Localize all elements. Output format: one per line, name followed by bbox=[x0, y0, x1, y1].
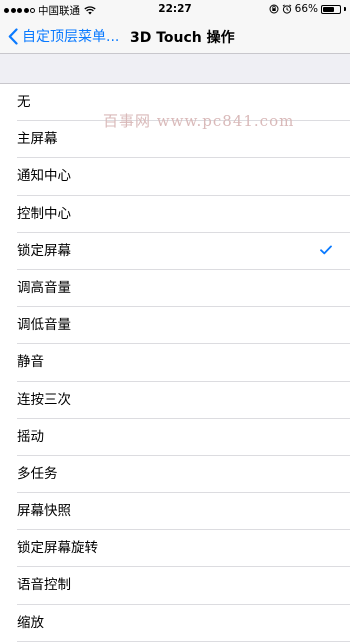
option-label: 主屏幕 bbox=[17, 131, 58, 148]
option-row[interactable]: 通知中心 bbox=[0, 158, 350, 196]
option-list: 无主屏幕通知中心控制中心锁定屏幕调高音量调低音量静音连按三次摇动多任务屏幕快照锁… bbox=[0, 83, 350, 642]
battery-percent: 66% bbox=[294, 3, 318, 15]
status-bar: 中国联通 22:27 66% bbox=[0, 0, 350, 18]
option-label: 锁定屏幕 bbox=[17, 242, 71, 259]
alarm-icon bbox=[282, 4, 291, 14]
option-row[interactable]: 调高音量 bbox=[0, 270, 350, 308]
option-label: 语音控制 bbox=[17, 577, 71, 594]
option-row[interactable]: 锁定屏幕旋转 bbox=[0, 530, 350, 568]
option-label: 控制中心 bbox=[17, 205, 71, 222]
option-label: 无 bbox=[17, 94, 31, 110]
option-label: 摇动 bbox=[17, 428, 44, 445]
option-row[interactable]: 多任务 bbox=[0, 456, 350, 494]
option-label: 多任务 bbox=[17, 465, 58, 482]
chevron-left-icon bbox=[8, 27, 18, 45]
battery-icon bbox=[321, 4, 341, 14]
option-label: 调低音量 bbox=[17, 317, 71, 334]
option-row[interactable]: 锁定屏幕 bbox=[0, 233, 350, 271]
option-row[interactable]: 连按三次 bbox=[0, 382, 350, 419]
option-label: 连按三次 bbox=[17, 391, 71, 408]
status-right: 66% bbox=[269, 3, 346, 15]
navigation-bar: 自定顶层菜单... 3D Touch 操作 bbox=[0, 18, 350, 54]
option-row[interactable]: 调低音量 bbox=[0, 307, 350, 345]
option-row[interactable]: 语音控制 bbox=[0, 567, 350, 605]
option-label: 缩放 bbox=[17, 614, 44, 631]
option-row[interactable]: 控制中心 bbox=[0, 196, 350, 233]
option-label: 屏幕快照 bbox=[17, 503, 71, 520]
option-row[interactable]: 屏幕快照 bbox=[0, 493, 350, 531]
option-label: 通知中心 bbox=[17, 168, 71, 185]
rotation-lock-icon bbox=[269, 4, 279, 14]
option-label: 锁定屏幕旋转 bbox=[17, 540, 98, 557]
back-button-label: 自定顶层菜单... bbox=[22, 29, 120, 45]
option-row[interactable]: 缩放 bbox=[0, 605, 350, 642]
section-spacer bbox=[0, 54, 350, 83]
option-row[interactable]: 静音 bbox=[0, 344, 350, 382]
option-row[interactable]: 主屏幕 bbox=[0, 121, 350, 159]
page-title: 3D Touch 操作 bbox=[130, 30, 235, 46]
option-row[interactable]: 无 bbox=[0, 84, 350, 122]
option-label: 静音 bbox=[17, 354, 44, 371]
back-button[interactable]: 自定顶层菜单... bbox=[8, 26, 119, 46]
option-row[interactable]: 摇动 bbox=[0, 419, 350, 457]
checkmark-icon bbox=[320, 245, 332, 255]
option-label: 调高音量 bbox=[17, 279, 71, 296]
